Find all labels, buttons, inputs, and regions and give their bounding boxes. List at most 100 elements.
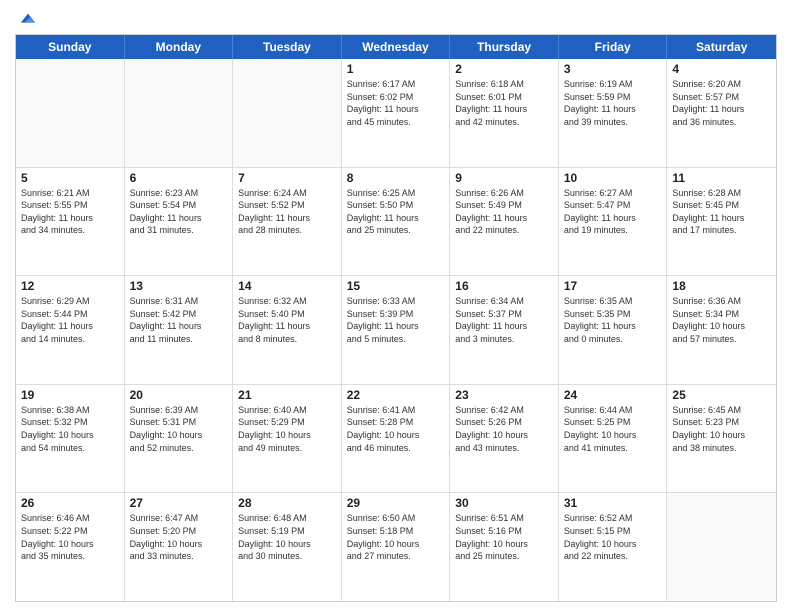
day-number: 24 — [564, 388, 662, 402]
day-info: Sunrise: 6:41 AM Sunset: 5:28 PM Dayligh… — [347, 404, 445, 454]
calendar-cell: 7 Sunrise: 6:24 AM Sunset: 5:52 PM Daylig… — [233, 168, 342, 276]
calendar-cell: 31Sunrise: 6:52 AM Sunset: 5:15 PM Dayli… — [559, 493, 668, 601]
calendar-body: 1Sunrise: 6:17 AM Sunset: 6:02 PM Daylig… — [16, 59, 776, 601]
day-info: Sunrise: 6:34 AM Sunset: 5:37 PM Dayligh… — [455, 295, 553, 345]
calendar-cell: 4 Sunrise: 6:20 AM Sunset: 5:57 PM Daylig… — [667, 59, 776, 167]
day-number: 9 — [455, 171, 553, 185]
day-number: 4 — [672, 62, 771, 76]
calendar-row: 5 Sunrise: 6:21 AM Sunset: 5:55 PM Daylig… — [16, 168, 776, 277]
day-info: Sunrise: 6:48 AM Sunset: 5:19 PM Dayligh… — [238, 512, 336, 562]
calendar-cell: 8 Sunrise: 6:25 AM Sunset: 5:50 PM Daylig… — [342, 168, 451, 276]
empty-cell — [125, 59, 234, 167]
logo — [15, 10, 37, 28]
day-number: 28 — [238, 496, 336, 510]
day-number: 16 — [455, 279, 553, 293]
calendar-cell: 11Sunrise: 6:28 AM Sunset: 5:45 PM Dayli… — [667, 168, 776, 276]
day-number: 2 — [455, 62, 553, 76]
day-number: 14 — [238, 279, 336, 293]
calendar-header: SundayMondayTuesdayWednesdayThursdayFrid… — [16, 35, 776, 59]
weekday-header: Sunday — [16, 35, 125, 59]
day-info: Sunrise: 6:45 AM Sunset: 5:23 PM Dayligh… — [672, 404, 771, 454]
day-info: Sunrise: 6:20 AM Sunset: 5:57 PM Dayligh… — [672, 78, 771, 128]
day-info: Sunrise: 6:39 AM Sunset: 5:31 PM Dayligh… — [130, 404, 228, 454]
weekday-header: Wednesday — [342, 35, 451, 59]
day-number: 8 — [347, 171, 445, 185]
day-number: 11 — [672, 171, 771, 185]
day-info: Sunrise: 6:26 AM Sunset: 5:49 PM Dayligh… — [455, 187, 553, 237]
day-info: Sunrise: 6:23 AM Sunset: 5:54 PM Dayligh… — [130, 187, 228, 237]
day-number: 3 — [564, 62, 662, 76]
calendar-cell: 23 Sunrise: 6:42 AM Sunset: 5:26 PM Dayli… — [450, 385, 559, 493]
day-number: 27 — [130, 496, 228, 510]
calendar-cell: 29 Sunrise: 6:50 AM Sunset: 5:18 PM Dayli… — [342, 493, 451, 601]
calendar-cell: 1Sunrise: 6:17 AM Sunset: 6:02 PM Daylig… — [342, 59, 451, 167]
day-number: 12 — [21, 279, 119, 293]
empty-cell — [667, 493, 776, 601]
calendar-row: 19 Sunrise: 6:38 AM Sunset: 5:32 PM Dayli… — [16, 385, 776, 494]
day-info: Sunrise: 6:52 AM Sunset: 5:15 PM Dayligh… — [564, 512, 662, 562]
day-info: Sunrise: 6:24 AM Sunset: 5:52 PM Dayligh… — [238, 187, 336, 237]
calendar-cell: 21Sunrise: 6:40 AM Sunset: 5:29 PM Dayli… — [233, 385, 342, 493]
day-number: 20 — [130, 388, 228, 402]
weekday-header: Thursday — [450, 35, 559, 59]
day-info: Sunrise: 6:35 AM Sunset: 5:35 PM Dayligh… — [564, 295, 662, 345]
calendar-cell: 19 Sunrise: 6:38 AM Sunset: 5:32 PM Dayli… — [16, 385, 125, 493]
calendar-cell: 22 Sunrise: 6:41 AM Sunset: 5:28 PM Dayli… — [342, 385, 451, 493]
day-info: Sunrise: 6:19 AM Sunset: 5:59 PM Dayligh… — [564, 78, 662, 128]
calendar-row: 1Sunrise: 6:17 AM Sunset: 6:02 PM Daylig… — [16, 59, 776, 168]
day-info: Sunrise: 6:42 AM Sunset: 5:26 PM Dayligh… — [455, 404, 553, 454]
day-number: 17 — [564, 279, 662, 293]
day-info: Sunrise: 6:50 AM Sunset: 5:18 PM Dayligh… — [347, 512, 445, 562]
calendar: SundayMondayTuesdayWednesdayThursdayFrid… — [15, 34, 777, 602]
day-info: Sunrise: 6:38 AM Sunset: 5:32 PM Dayligh… — [21, 404, 119, 454]
calendar-cell: 12 Sunrise: 6:29 AM Sunset: 5:44 PM Dayli… — [16, 276, 125, 384]
day-info: Sunrise: 6:44 AM Sunset: 5:25 PM Dayligh… — [564, 404, 662, 454]
day-info: Sunrise: 6:46 AM Sunset: 5:22 PM Dayligh… — [21, 512, 119, 562]
day-number: 21 — [238, 388, 336, 402]
day-info: Sunrise: 6:47 AM Sunset: 5:20 PM Dayligh… — [130, 512, 228, 562]
calendar-cell: 5 Sunrise: 6:21 AM Sunset: 5:55 PM Daylig… — [16, 168, 125, 276]
calendar-row: 26 Sunrise: 6:46 AM Sunset: 5:22 PM Dayli… — [16, 493, 776, 601]
day-number: 29 — [347, 496, 445, 510]
calendar-cell: 28 Sunrise: 6:48 AM Sunset: 5:19 PM Dayli… — [233, 493, 342, 601]
calendar-cell: 26 Sunrise: 6:46 AM Sunset: 5:22 PM Dayli… — [16, 493, 125, 601]
day-number: 7 — [238, 171, 336, 185]
calendar-cell: 2 Sunrise: 6:18 AM Sunset: 6:01 PM Daylig… — [450, 59, 559, 167]
day-info: Sunrise: 6:25 AM Sunset: 5:50 PM Dayligh… — [347, 187, 445, 237]
day-number: 30 — [455, 496, 553, 510]
calendar-cell: 17 Sunrise: 6:35 AM Sunset: 5:35 PM Dayli… — [559, 276, 668, 384]
weekday-header: Friday — [559, 35, 668, 59]
weekday-header: Tuesday — [233, 35, 342, 59]
calendar-cell: 18 Sunrise: 6:36 AM Sunset: 5:34 PM Dayli… — [667, 276, 776, 384]
day-number: 18 — [672, 279, 771, 293]
day-number: 26 — [21, 496, 119, 510]
day-info: Sunrise: 6:18 AM Sunset: 6:01 PM Dayligh… — [455, 78, 553, 128]
day-number: 19 — [21, 388, 119, 402]
day-info: Sunrise: 6:21 AM Sunset: 5:55 PM Dayligh… — [21, 187, 119, 237]
calendar-cell: 20 Sunrise: 6:39 AM Sunset: 5:31 PM Dayli… — [125, 385, 234, 493]
empty-cell — [16, 59, 125, 167]
calendar-row: 12 Sunrise: 6:29 AM Sunset: 5:44 PM Dayli… — [16, 276, 776, 385]
day-number: 1 — [347, 62, 445, 76]
day-info: Sunrise: 6:29 AM Sunset: 5:44 PM Dayligh… — [21, 295, 119, 345]
calendar-cell: 13Sunrise: 6:31 AM Sunset: 5:42 PM Dayli… — [125, 276, 234, 384]
header — [15, 10, 777, 28]
day-info: Sunrise: 6:51 AM Sunset: 5:16 PM Dayligh… — [455, 512, 553, 562]
day-number: 5 — [21, 171, 119, 185]
day-number: 13 — [130, 279, 228, 293]
page: SundayMondayTuesdayWednesdayThursdayFrid… — [0, 0, 792, 612]
day-number: 22 — [347, 388, 445, 402]
empty-cell — [233, 59, 342, 167]
calendar-cell: 25Sunrise: 6:45 AM Sunset: 5:23 PM Dayli… — [667, 385, 776, 493]
calendar-cell: 30 Sunrise: 6:51 AM Sunset: 5:16 PM Dayli… — [450, 493, 559, 601]
calendar-cell: 10Sunrise: 6:27 AM Sunset: 5:47 PM Dayli… — [559, 168, 668, 276]
weekday-header: Monday — [125, 35, 234, 59]
calendar-cell: 27 Sunrise: 6:47 AM Sunset: 5:20 PM Dayli… — [125, 493, 234, 601]
day-number: 23 — [455, 388, 553, 402]
day-number: 10 — [564, 171, 662, 185]
weekday-header: Saturday — [667, 35, 776, 59]
day-info: Sunrise: 6:36 AM Sunset: 5:34 PM Dayligh… — [672, 295, 771, 345]
day-info: Sunrise: 6:32 AM Sunset: 5:40 PM Dayligh… — [238, 295, 336, 345]
calendar-cell: 16 Sunrise: 6:34 AM Sunset: 5:37 PM Dayli… — [450, 276, 559, 384]
logo-icon — [19, 10, 37, 28]
